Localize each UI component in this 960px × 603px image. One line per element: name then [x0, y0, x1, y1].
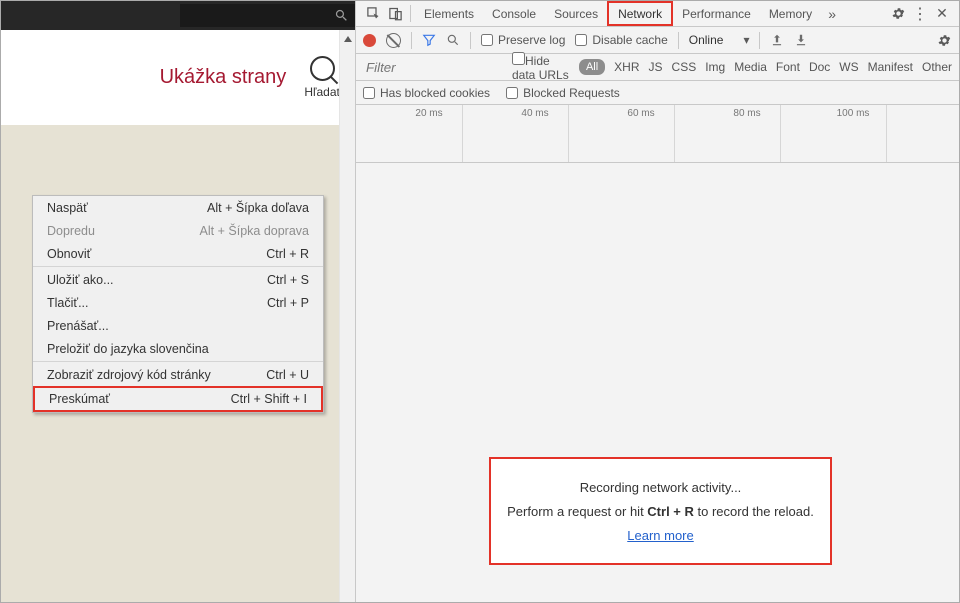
ctx-separator: [33, 266, 323, 267]
context-menu: Naspäť Alt + Šípka doľava Dopredu Alt + …: [32, 195, 324, 413]
ctx-forward: Dopredu Alt + Šípka doprava: [33, 219, 323, 242]
page-title: Ukážka strany: [160, 66, 287, 89]
kebab-menu-icon[interactable]: ⋮: [909, 4, 931, 24]
ctx-label: Preskúmať: [49, 392, 110, 406]
disable-cache-label: Disable cache: [592, 33, 667, 47]
ctx-print[interactable]: Tlačiť... Ctrl + P: [33, 291, 323, 314]
filter-input[interactable]: [363, 58, 503, 77]
filter-type-js[interactable]: JS: [649, 60, 663, 74]
ctx-label: Obnoviť: [47, 247, 91, 261]
blocked-cookies-checkbox[interactable]: Has blocked cookies: [363, 86, 490, 100]
page-header: Ukážka strany Hľadať: [1, 30, 355, 125]
record-button[interactable]: [363, 34, 376, 47]
ctx-label: Prenášať...: [47, 319, 109, 333]
disable-cache-checkbox[interactable]: Disable cache: [575, 33, 667, 47]
tab-elements[interactable]: Elements: [415, 1, 483, 26]
clear-button[interactable]: [386, 33, 401, 48]
filter-type-all[interactable]: All: [579, 59, 605, 75]
timeline-tick: 80 ms: [733, 108, 760, 119]
network-timeline[interactable]: 20 ms 40 ms 60 ms 80 ms 100 ms: [356, 105, 959, 163]
search-icon[interactable]: [446, 33, 460, 47]
network-toolbar: Preserve log Disable cache Online▾: [356, 27, 959, 54]
learn-more-link[interactable]: Learn more: [627, 528, 693, 543]
top-search-box[interactable]: [180, 4, 355, 27]
tab-sources[interactable]: Sources: [545, 1, 607, 26]
ctx-label: Dopredu: [47, 224, 95, 238]
filter-type-ws[interactable]: WS: [839, 60, 858, 74]
page-scrollbar[interactable]: [339, 30, 355, 602]
network-request-area: Recording network activity... Perform a …: [356, 163, 959, 602]
tab-network[interactable]: Network: [607, 1, 673, 26]
blocked-requests-checkbox[interactable]: Blocked Requests: [506, 86, 620, 100]
filter-type-img[interactable]: Img: [705, 60, 725, 74]
timeline-tick: 60 ms: [627, 108, 654, 119]
device-toolbar-icon[interactable]: [384, 6, 406, 21]
magnifier-icon: [310, 56, 335, 81]
network-filter-bar-2: Has blocked cookies Blocked Requests: [356, 81, 959, 105]
ctx-label: Zobraziť zdrojový kód stránky: [47, 368, 211, 382]
ctx-shortcut: Alt + Šípka doľava: [207, 201, 309, 215]
upload-icon[interactable]: [770, 33, 784, 47]
preserve-log-label: Preserve log: [498, 33, 565, 47]
blocked-requests-label: Blocked Requests: [523, 86, 620, 100]
tab-console[interactable]: Console: [483, 1, 545, 26]
throttle-select[interactable]: Online▾: [689, 33, 750, 47]
ctx-shortcut: Ctrl + R: [266, 247, 309, 261]
ctx-view-source[interactable]: Zobraziť zdrojový kód stránky Ctrl + U: [33, 363, 323, 386]
recording-line-2: Perform a request or hit Ctrl + R to rec…: [507, 504, 814, 519]
page-top-bar: [1, 1, 355, 30]
timeline-tick: 20 ms: [415, 108, 442, 119]
ctx-shortcut: Ctrl + U: [266, 368, 309, 382]
filter-type-css[interactable]: CSS: [672, 60, 697, 74]
ctx-save-as[interactable]: Uložiť ako... Ctrl + S: [33, 268, 323, 291]
ctx-label: Uložiť ako...: [47, 273, 114, 287]
tab-memory[interactable]: Memory: [760, 1, 821, 26]
recording-line-1: Recording network activity...: [580, 480, 742, 495]
ctx-back[interactable]: Naspäť Alt + Šípka doľava: [33, 196, 323, 219]
recording-info-panel: Recording network activity... Perform a …: [489, 457, 832, 565]
filter-type-xhr[interactable]: XHR: [614, 60, 639, 74]
more-tabs-icon[interactable]: »: [821, 6, 843, 22]
ctx-shortcut: Ctrl + Shift + I: [231, 392, 307, 406]
filter-type-other[interactable]: Other: [922, 60, 952, 74]
scroll-up-icon[interactable]: [340, 30, 355, 47]
filter-type-media[interactable]: Media: [734, 60, 767, 74]
blocked-cookies-label: Has blocked cookies: [380, 86, 490, 100]
search-icon: [334, 8, 349, 23]
inspect-element-icon[interactable]: [362, 6, 384, 21]
hide-data-urls-checkbox[interactable]: Hide data URLs: [512, 52, 570, 82]
chevron-down-icon: ▾: [743, 33, 749, 47]
filter-type-font[interactable]: Font: [776, 60, 800, 74]
ctx-shortcut: Ctrl + S: [267, 273, 309, 287]
filter-funnel-icon[interactable]: [422, 33, 436, 47]
preserve-log-checkbox[interactable]: Preserve log: [481, 33, 565, 47]
timeline-tick: 40 ms: [521, 108, 548, 119]
timeline-tick: 100 ms: [837, 108, 870, 119]
ctx-label: Tlačiť...: [47, 296, 89, 310]
ctx-cast[interactable]: Prenášať...: [33, 314, 323, 337]
ctx-shortcut: Alt + Šípka doprava: [200, 224, 309, 238]
header-search-button[interactable]: Hľadať: [304, 56, 341, 99]
ctx-inspect[interactable]: Preskúmať Ctrl + Shift + I: [35, 388, 321, 410]
download-icon[interactable]: [794, 33, 808, 47]
ctx-label: Naspäť: [47, 201, 88, 215]
network-settings-gear-icon[interactable]: [937, 33, 952, 48]
ctx-label: Preložiť do jazyka slovenčina: [47, 342, 209, 356]
devtools-tab-bar: Elements Console Sources Network Perform…: [356, 1, 959, 27]
ctx-separator: [33, 361, 323, 362]
filter-type-manifest[interactable]: Manifest: [868, 60, 913, 74]
close-devtools-icon[interactable]: ✕: [931, 5, 953, 22]
ctx-shortcut: Ctrl + P: [267, 296, 309, 310]
settings-gear-icon[interactable]: [887, 6, 909, 21]
filter-type-doc[interactable]: Doc: [809, 60, 830, 74]
ctx-translate[interactable]: Preložiť do jazyka slovenčina: [33, 337, 323, 360]
network-filter-bar: Hide data URLs All XHR JS CSS Img Media …: [356, 54, 959, 81]
tab-performance[interactable]: Performance: [673, 1, 760, 26]
ctx-reload[interactable]: Obnoviť Ctrl + R: [33, 242, 323, 265]
header-search-label: Hľadať: [304, 85, 341, 99]
